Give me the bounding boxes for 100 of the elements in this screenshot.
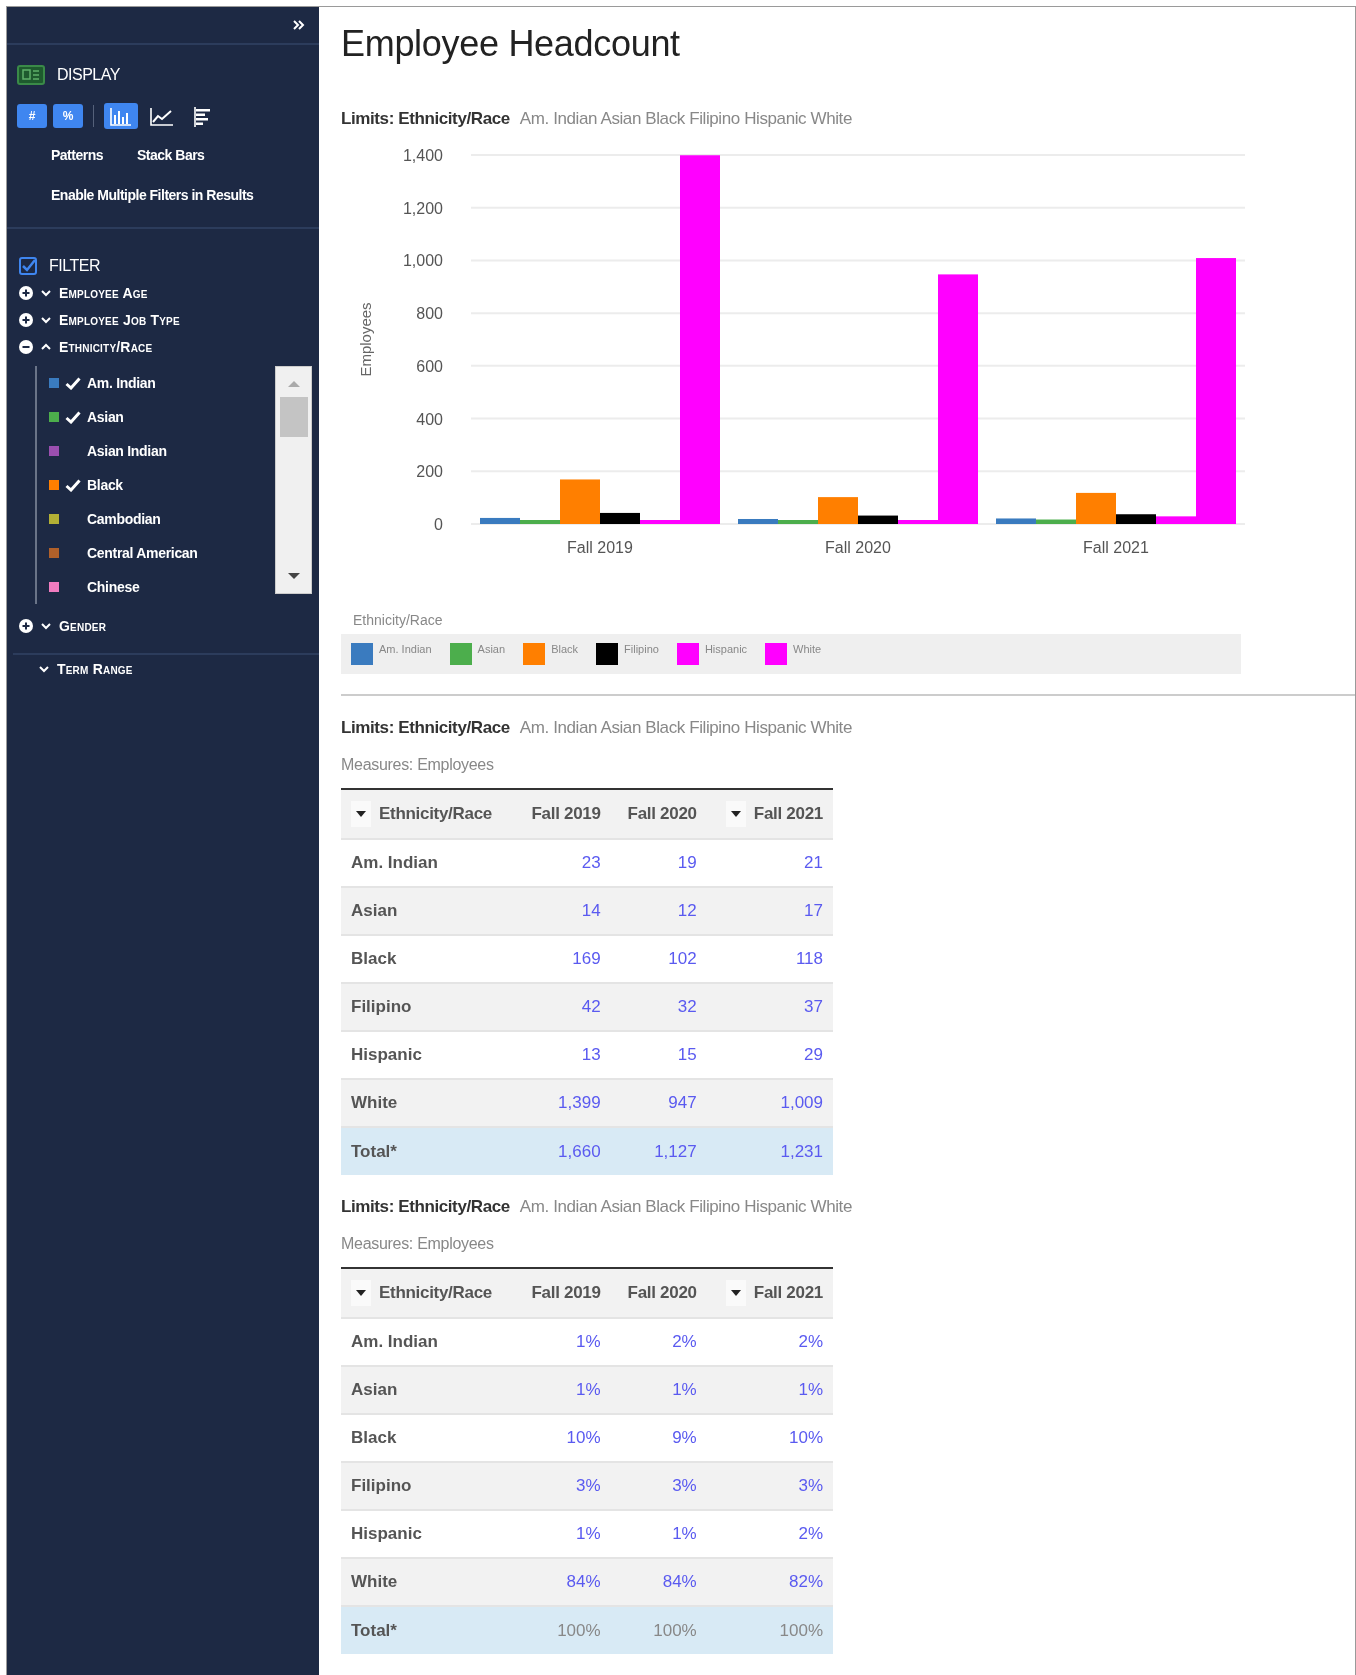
caret-icon[interactable] [356, 811, 366, 817]
table-cell: 1,660 [514, 1127, 611, 1175]
table-cell: 1,009 [706, 1079, 833, 1127]
row-header: Black [341, 935, 515, 983]
filter-option[interactable]: Black [87, 477, 123, 493]
filter-option[interactable]: Asian Indian [87, 443, 167, 459]
legend-label: White [793, 643, 822, 655]
filter-group[interactable]: Gender [59, 617, 107, 634]
table-cell: 2% [706, 1318, 833, 1366]
filter-option[interactable]: Central American [87, 545, 198, 561]
section-title: DISPLAY [57, 66, 120, 84]
axis-tick-label: 800 [416, 305, 443, 323]
horizontal-bar-chart-icon [194, 105, 210, 128]
scroll-thumb[interactable] [279, 397, 308, 437]
toggle-button[interactable]: % [53, 104, 83, 128]
table-cell: 2% [706, 1510, 833, 1558]
table-cell: 23 [514, 839, 611, 887]
limits-label: Limits: Ethnicity/Race [341, 718, 510, 738]
column-header[interactable]: Ethnicity/Race [341, 789, 515, 839]
chevron-down-icon[interactable] [41, 288, 51, 297]
filter-option[interactable]: Cambodian [87, 511, 161, 527]
expand-icon[interactable] [19, 285, 33, 300]
table-cell: 118 [706, 935, 833, 983]
table-cell: 1,127 [610, 1127, 707, 1175]
column-header[interactable]: Fall 2019 [514, 789, 611, 839]
expand-icon[interactable] [19, 312, 33, 327]
row-header: Asian [341, 887, 515, 935]
table-cell: 10% [514, 1414, 611, 1462]
display-icon [17, 65, 45, 85]
section-title: FILTER [49, 257, 100, 275]
caret-icon[interactable] [730, 811, 741, 817]
axis-tick-label: 0 [434, 516, 443, 533]
table-cell: 84% [610, 1558, 707, 1606]
row-header: Total* [341, 1127, 515, 1175]
chevron-down-icon[interactable] [41, 621, 51, 630]
chevron-down-icon[interactable] [41, 315, 51, 324]
scrollbar[interactable] [275, 366, 312, 594]
caret-icon[interactable] [730, 1290, 741, 1296]
table-cell: 37 [706, 983, 833, 1031]
legend-label: Hispanic [704, 643, 748, 655]
table-cell: 9% [610, 1414, 707, 1462]
axis-title: Employees [357, 302, 374, 377]
axis-tick-label: Fall 2020 [825, 539, 891, 556]
table-cell: 14 [514, 887, 611, 935]
limits-values: Am. Indian Asian Black Filipino Hispanic White [519, 718, 852, 738]
caret-icon[interactable] [356, 1290, 366, 1296]
collapse-icon[interactable] [19, 339, 33, 354]
scroll-down-icon[interactable] [286, 571, 301, 581]
table-cell: 100% [514, 1606, 611, 1654]
column-header[interactable]: Fall 2019 [514, 1268, 611, 1318]
double-chevron-icon[interactable] [293, 20, 305, 30]
axis-tick-label: Fall 2021 [1083, 539, 1149, 556]
table-cell: 1% [610, 1510, 707, 1558]
option-link[interactable]: Stack Bars [137, 147, 205, 163]
axis-tick-label: 1,000 [402, 252, 443, 270]
column-header[interactable]: Fall 2020 [610, 1268, 707, 1318]
filter-option[interactable]: Asian [87, 409, 124, 425]
table-cell: 17 [706, 887, 833, 935]
row-header: White [341, 1079, 515, 1127]
table-cell: 1% [514, 1510, 611, 1558]
column-header[interactable]: Fall 2020 [610, 789, 707, 839]
filter-option[interactable]: Chinese [87, 579, 140, 595]
table-cell: 10% [706, 1414, 833, 1462]
measures-label: Measures: Employees [341, 1235, 495, 1253]
column-header[interactable]: Fall 2021 [706, 1268, 833, 1318]
row-header: Filipino [341, 1462, 515, 1510]
filter-group[interactable]: Employee Job Type [59, 311, 180, 328]
option-link[interactable]: Enable Multiple Filters in Results [51, 187, 319, 203]
row-header: Hispanic [341, 1510, 515, 1558]
option-link[interactable]: Patterns [51, 147, 104, 163]
chevron-up-icon[interactable] [41, 342, 51, 351]
table-cell: 100% [610, 1606, 707, 1654]
checkbox[interactable] [19, 257, 37, 275]
table-cell: 21 [706, 839, 833, 887]
legend-label: Am. Indian [379, 643, 432, 655]
table-cell: 1,231 [706, 1127, 833, 1175]
legend-label: Black [551, 643, 579, 655]
table-cell: 1% [610, 1366, 707, 1414]
column-header[interactable]: Ethnicity/Race [341, 1268, 515, 1318]
filter-group[interactable]: Term Range [57, 661, 133, 677]
line-chart-icon [150, 106, 174, 126]
filter-group[interactable]: Ethnicity/Race [59, 338, 153, 355]
filter-group[interactable]: Employee Age [59, 284, 148, 301]
limits-values: Am. Indian Asian Black Filipino Hispanic White [519, 1197, 852, 1217]
axis-tick-label: 1,400 [402, 147, 443, 164]
table-cell: 15 [610, 1031, 707, 1079]
expand-icon[interactable] [19, 618, 33, 633]
table-cell: 84% [514, 1558, 611, 1606]
table-cell: 29 [706, 1031, 833, 1079]
row-header: Am. Indian [341, 1318, 515, 1366]
table-cell: 13 [514, 1031, 611, 1079]
toggle-button[interactable]: # [17, 104, 47, 128]
axis-tick-label: 400 [416, 410, 443, 428]
limits-label: Limits: Ethnicity/Race [341, 109, 510, 129]
measures-label: Measures: Employees [341, 756, 495, 774]
chevron-down-icon[interactable] [39, 665, 49, 673]
table-cell: 32 [610, 983, 707, 1031]
axis-tick-label: 200 [416, 463, 443, 481]
filter-option[interactable]: Am. Indian [87, 375, 156, 391]
column-header[interactable]: Fall 2021 [706, 789, 833, 839]
